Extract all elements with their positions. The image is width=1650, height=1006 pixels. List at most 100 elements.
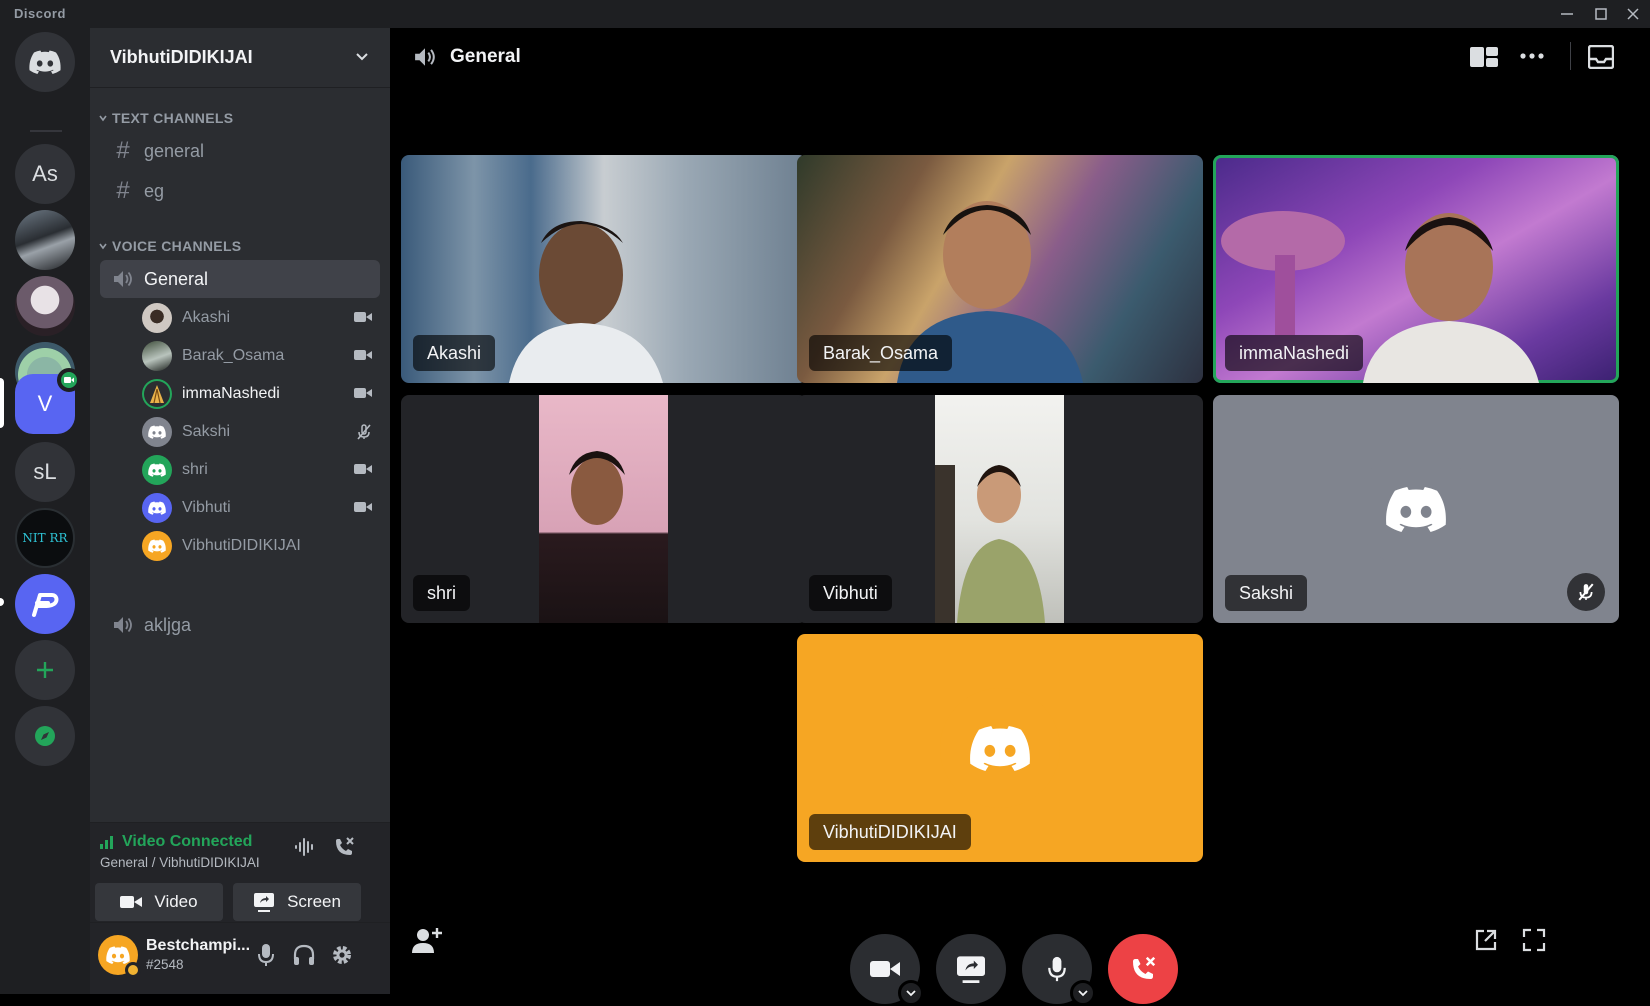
server-car-avatar[interactable] [15, 210, 75, 270]
video-camera-icon [120, 896, 143, 908]
server-sl[interactable]: sL [15, 442, 75, 502]
pop-out-icon[interactable] [1474, 928, 1498, 952]
server-anime-avatar[interactable] [15, 276, 75, 336]
text-channel-eg[interactable]: # eg [100, 172, 380, 210]
server-nitrr[interactable]: NIT RR [15, 508, 75, 568]
user-avatar[interactable] [98, 935, 141, 978]
invite-user-icon[interactable] [412, 926, 442, 954]
voice-user-vibhuti[interactable]: Vibhuti [142, 490, 372, 526]
layout-grid-icon[interactable] [1470, 46, 1498, 68]
avatar [142, 341, 172, 371]
video-tile-shri[interactable]: shri [401, 395, 807, 623]
participant-video [539, 395, 668, 623]
inbox-icon[interactable] [1588, 45, 1614, 69]
hash-icon: # [116, 177, 130, 204]
speaker-icon [114, 271, 132, 287]
voice-user-akashi[interactable]: Akashi [142, 300, 372, 336]
participant-name-label: Vibhuti [809, 575, 892, 611]
avatar [142, 303, 172, 333]
headphones-icon[interactable] [292, 943, 316, 967]
video-tile-barak-osama[interactable]: Barak_Osama [797, 155, 1203, 383]
app-title: Discord [14, 6, 66, 21]
server-v[interactable]: V [15, 368, 81, 434]
voice-user-sakshi[interactable]: Sakshi [142, 414, 372, 450]
chevron-down-icon [99, 115, 107, 122]
chevron-down-icon [99, 243, 107, 250]
close-icon[interactable] [1616, 0, 1650, 28]
video-tile-vibhutididikijai[interactable]: VibhutiDIDIKIJAI [797, 634, 1203, 862]
category-voice-channels[interactable]: VOICE CHANNELS [98, 238, 241, 254]
server-separator [30, 130, 62, 132]
participant-name-label: Sakshi [1225, 575, 1308, 611]
microphone-options-chevron-icon[interactable] [1070, 980, 1096, 1006]
voice-user-shri[interactable]: shri [142, 452, 372, 488]
username: Bestchampi... [146, 937, 251, 954]
connection-location[interactable]: General / VibhutiDIDIKIJAI [100, 855, 260, 870]
voice-channel-general[interactable]: General [100, 260, 380, 298]
voice-user-vibhutididikijai[interactable]: VibhutiDIDIKIJAI [142, 528, 372, 564]
avatar [142, 379, 172, 409]
compass-icon [35, 726, 55, 746]
discord-logo-icon [29, 50, 61, 74]
voice-channel-akljga[interactable]: akljga [100, 606, 380, 644]
discord-logo-icon [148, 425, 166, 439]
video-camera-icon [870, 961, 900, 977]
minimize-icon[interactable] [1550, 0, 1584, 28]
video-tile-vibhuti[interactable]: Vibhuti [797, 395, 1203, 623]
server-as[interactable]: As [15, 144, 75, 204]
camera-options-chevron-icon[interactable] [898, 980, 924, 1006]
p-logo-icon [32, 593, 59, 617]
unread-indicator [0, 598, 4, 606]
video-activity-icon [57, 368, 81, 392]
title-bar: Discord [0, 0, 1650, 28]
signal-icon [100, 836, 113, 849]
hash-icon: # [116, 137, 130, 164]
home-button[interactable] [15, 32, 75, 92]
settings-gear-icon[interactable] [330, 943, 354, 967]
voice-connection-panel: Video Connected General / VibhutiDIDIKIJ… [90, 822, 390, 922]
voice-user-barak-osama[interactable]: Barak_Osama [142, 338, 372, 374]
call-header: General [390, 28, 1650, 86]
chevron-down-icon [356, 53, 368, 61]
participant-name-label: Barak_Osama [809, 335, 953, 371]
video-camera-icon [354, 502, 372, 512]
plus-icon [37, 662, 53, 678]
video-tile-immanashedi[interactable]: immaNashedi [1213, 155, 1619, 383]
avatar [142, 455, 172, 485]
explore-servers-button[interactable] [15, 706, 75, 766]
fullscreen-icon[interactable] [1522, 928, 1546, 952]
participant-name-label: shri [413, 575, 471, 611]
video-camera-icon [354, 350, 372, 360]
video-camera-icon [354, 464, 372, 474]
call-area: General Akashi Barak_Osama immaNashedi s… [390, 28, 1650, 1006]
microphone-icon[interactable] [256, 943, 276, 967]
disconnect-icon[interactable] [332, 835, 356, 859]
screen-share-icon [957, 956, 985, 983]
video-button[interactable]: Video [95, 883, 223, 921]
server-p-logo[interactable] [15, 574, 75, 634]
speaker-icon [415, 48, 435, 66]
video-tile-akashi[interactable]: Akashi [401, 155, 807, 383]
video-tile-sakshi[interactable]: Sakshi [1213, 395, 1619, 623]
voice-user-immanashedi[interactable]: immaNashedi [142, 376, 372, 412]
screen-share-icon [254, 893, 275, 912]
maximize-icon[interactable] [1584, 0, 1618, 28]
speaker-icon [114, 617, 132, 633]
server-header[interactable]: VibhutiDIDIKIJAI [90, 28, 390, 88]
server-list: As V sL NIT RR [0, 28, 90, 994]
connection-status[interactable]: Video Connected [100, 833, 252, 851]
hang-up-icon [1133, 956, 1156, 979]
server-name: VibhutiDIDIKIJAI [110, 47, 253, 67]
add-server-button[interactable] [15, 640, 75, 700]
user-panel: Bestchampi... #2548 [90, 922, 390, 994]
discord-logo-icon [970, 725, 1030, 771]
discord-logo-icon [106, 946, 130, 964]
video-camera-icon [354, 388, 372, 398]
discord-logo-icon [1386, 486, 1446, 532]
text-channel-general[interactable]: # general [100, 132, 380, 170]
more-options-icon[interactable] [1520, 53, 1544, 59]
category-text-channels[interactable]: TEXT CHANNELS [98, 110, 233, 126]
noise-suppression-icon[interactable] [294, 837, 316, 857]
screen-share-button[interactable]: Screen [233, 883, 361, 921]
selected-server-indicator [0, 378, 4, 428]
